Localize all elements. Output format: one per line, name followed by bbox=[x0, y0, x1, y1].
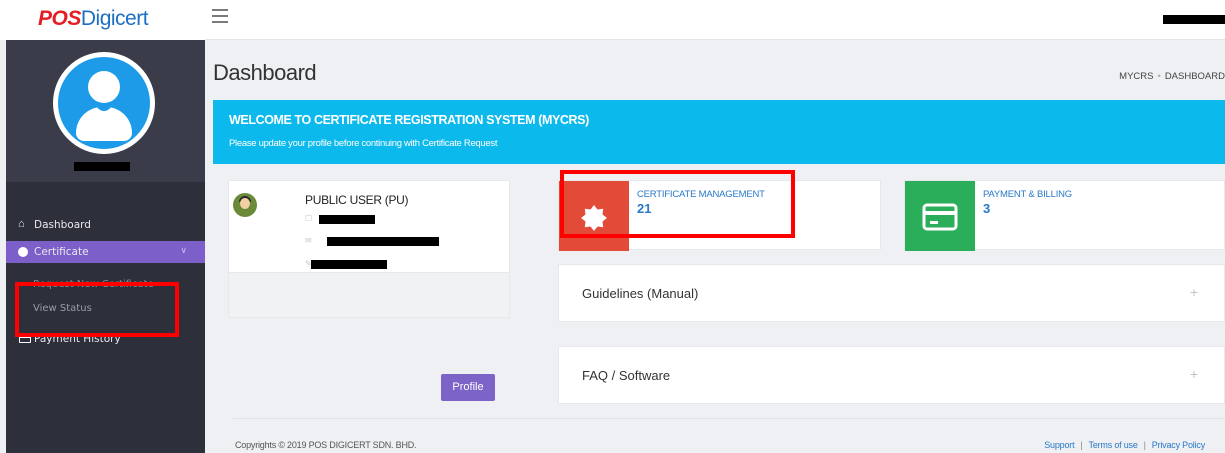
banner-subtitle: Please update your profile before contin… bbox=[229, 138, 498, 149]
credit-card-icon bbox=[905, 181, 975, 251]
sidebar-item-certificate[interactable]: Certificate ∨ bbox=[6, 241, 205, 263]
sidebar-item-dashboard[interactable]: ⌂ Dashboard bbox=[6, 214, 205, 236]
footer-link-support[interactable]: Support bbox=[1044, 440, 1074, 450]
sidebar-item-label: Payment History bbox=[34, 333, 121, 345]
accordion-title: FAQ / Software bbox=[582, 368, 671, 383]
brand-logo[interactable]: POSDigicert bbox=[38, 7, 149, 31]
certificate-management-count: 21 bbox=[637, 201, 652, 216]
home-icon: ⌂ bbox=[18, 218, 25, 230]
avatar-icon bbox=[58, 57, 150, 149]
copyright: Copyrights © 2019 POS DIGICERT SDN. BHD. bbox=[235, 440, 417, 450]
logo-area: POSDigicert bbox=[0, 0, 205, 40]
user-menu-redacted[interactable] bbox=[1163, 15, 1225, 24]
top-bar: POSDigicert bbox=[0, 0, 1225, 40]
plus-icon[interactable]: + bbox=[1190, 284, 1198, 300]
accordion-faq-software[interactable]: FAQ / Software + bbox=[558, 346, 1225, 404]
accordion-title: Guidelines (Manual) bbox=[582, 286, 699, 301]
mail-icon: ✉ bbox=[305, 236, 312, 245]
breadcrumb-dashboard: DASHBOARD bbox=[1164, 71, 1225, 82]
payment-billing-count: 3 bbox=[983, 201, 991, 216]
profile-card-footer: Profile bbox=[229, 272, 509, 401]
menu-toggle-icon[interactable] bbox=[212, 9, 228, 23]
payment-billing-label: PAYMENT & BILLING bbox=[983, 189, 1072, 200]
footer-link-privacy[interactable]: Privacy Policy bbox=[1152, 440, 1205, 450]
welcome-banner: WELCOME TO CERTIFICATE REGISTRATION SYST… bbox=[213, 100, 1225, 164]
accordion-guidelines[interactable]: Guidelines (Manual) + bbox=[558, 264, 1225, 322]
profile-button[interactable]: Profile bbox=[441, 374, 495, 401]
sidebar-subitem-view-status[interactable]: View Status bbox=[6, 299, 205, 319]
sidebar-subitem-request-new-certificate[interactable]: Request New Certificate bbox=[6, 275, 205, 295]
breadcrumb-mycrs[interactable]: MYCRS bbox=[1119, 71, 1153, 82]
certificate-management-card[interactable]: CERTIFICATE MANAGEMENT 21 bbox=[558, 180, 881, 251]
plus-icon[interactable]: + bbox=[1190, 366, 1198, 382]
user-avatar-icon bbox=[233, 193, 257, 217]
brand-digicert: Digicert bbox=[80, 7, 149, 30]
chevron-down-icon: ∨ bbox=[180, 245, 187, 255]
footer-links: Support | Terms of use | Privacy Policy bbox=[1044, 440, 1205, 450]
sidebar-item-label: Certificate bbox=[34, 246, 89, 258]
certificate-management-label: CERTIFICATE MANAGEMENT bbox=[637, 189, 765, 200]
profile-card: PUBLIC USER (PU) ☐ ✉ ✎ Profile bbox=[228, 180, 510, 401]
badge-icon bbox=[559, 181, 629, 251]
username-redacted bbox=[74, 162, 130, 171]
circle-icon bbox=[18, 247, 28, 257]
card-icon bbox=[19, 333, 31, 343]
sidebar-item-label: Dashboard bbox=[34, 219, 91, 231]
banner-title: WELCOME TO CERTIFICATE REGISTRATION SYST… bbox=[229, 113, 589, 127]
profile-name: PUBLIC USER (PU) bbox=[305, 193, 409, 207]
sidebar-item-payment-history[interactable]: Payment History bbox=[6, 328, 205, 350]
brand-pos: POS bbox=[38, 7, 81, 30]
avatar[interactable] bbox=[53, 52, 155, 154]
footer-link-terms[interactable]: Terms of use bbox=[1089, 440, 1138, 450]
sidebar: ⌂ Dashboard Certificate ∨ Request New Ce… bbox=[6, 40, 205, 453]
phone-icon: ☐ bbox=[305, 214, 313, 223]
footer-divider bbox=[233, 418, 1225, 419]
breadcrumb: MYCRS • DASHBOARD bbox=[1119, 71, 1225, 82]
sidebar-profile bbox=[6, 40, 205, 182]
page-title: Dashboard bbox=[213, 60, 317, 85]
payment-billing-card[interactable]: PAYMENT & BILLING 3 bbox=[904, 180, 1225, 251]
